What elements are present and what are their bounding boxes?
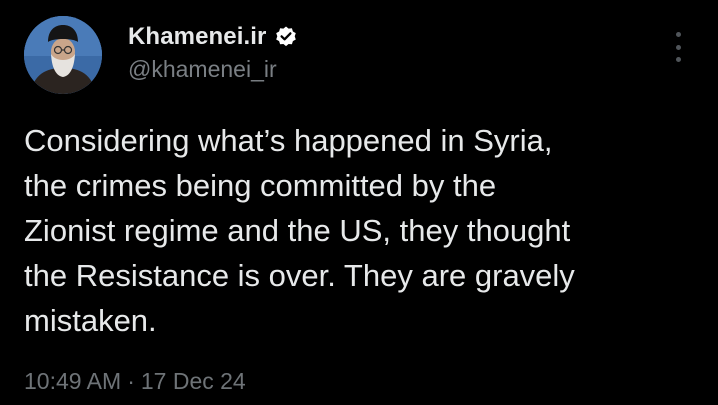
more-dot bbox=[675, 57, 681, 62]
author-handle[interactable]: @khamenei_ir bbox=[128, 56, 277, 83]
more-dot bbox=[675, 32, 681, 37]
more-dot bbox=[675, 44, 681, 50]
author-display-name[interactable]: Khamenei.ir bbox=[128, 23, 266, 51]
tweet-text-line: the Resistance is over. They are gravely bbox=[24, 258, 575, 293]
tweet-text-line: Considering what’s happened in Syria, bbox=[24, 123, 553, 158]
avatar[interactable] bbox=[24, 16, 102, 94]
author-name-row: Khamenei.ir bbox=[128, 22, 298, 52]
verified-badge-icon bbox=[274, 25, 298, 49]
tweet-timestamp[interactable]: 10:49 AM · 17 Dec 24 bbox=[24, 368, 246, 395]
tweet-text-line: Zionist regime and the US, they thought bbox=[24, 213, 571, 248]
tweet-text-line: mistaken. bbox=[24, 303, 157, 338]
meta-separator: · bbox=[127, 368, 135, 394]
tweet-card: Khamenei.ir @khamenei_ir Considering wha… bbox=[0, 0, 718, 405]
tweet-text-line: the crimes being committed by the bbox=[24, 168, 497, 203]
tweet-date: 17 Dec 24 bbox=[140, 368, 246, 394]
more-vertical-icon[interactable] bbox=[668, 32, 688, 62]
tweet-time: 10:49 AM bbox=[24, 368, 122, 394]
tweet-text: Considering what’s happened in Syria, th… bbox=[24, 118, 684, 343]
